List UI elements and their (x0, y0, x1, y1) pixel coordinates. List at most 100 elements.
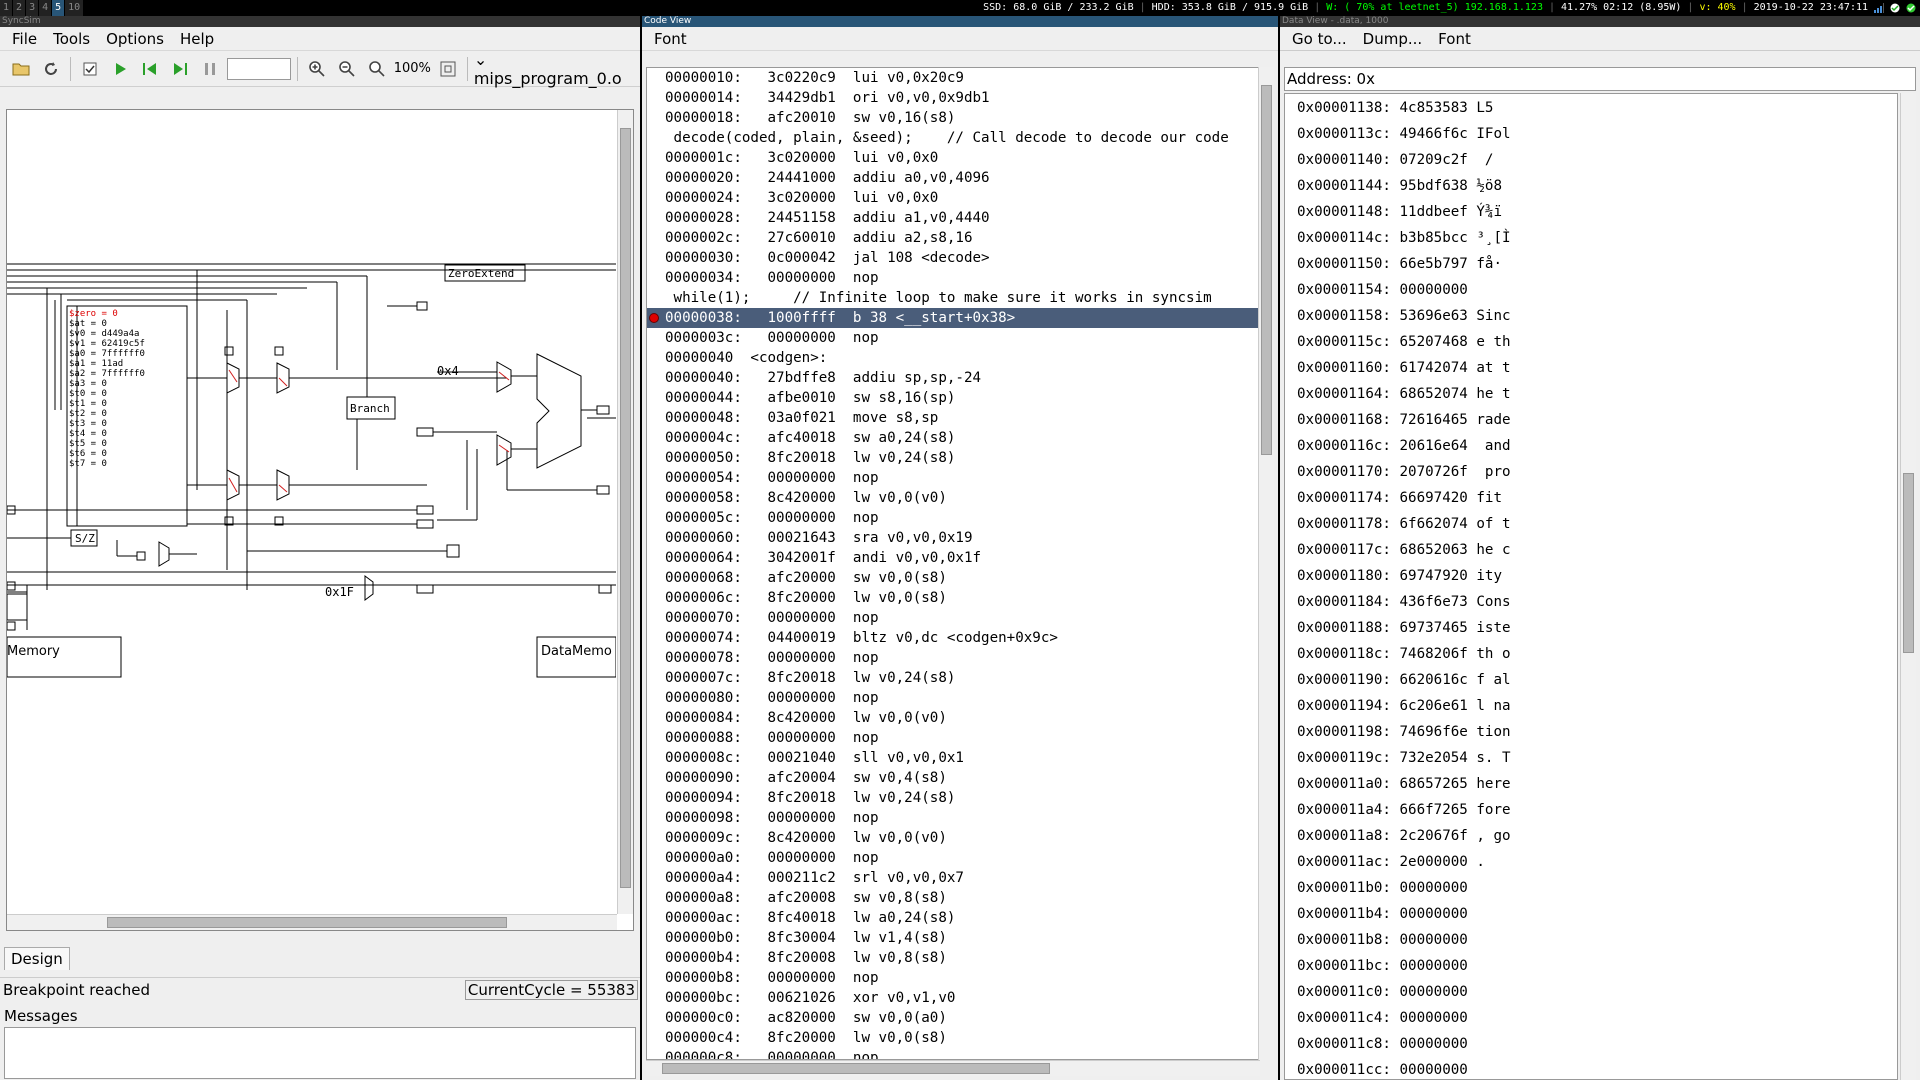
menu-font[interactable]: Font (1430, 30, 1479, 48)
code-line[interactable]: 00000024: 3c020000 lui v0,0x0 (647, 188, 1259, 208)
code-line[interactable]: 0000006c: 8fc20000 lw v0,0(s8) (647, 588, 1259, 608)
dump-button[interactable]: Dump... (1355, 30, 1431, 48)
canvas-horizontal-scrollbar[interactable] (7, 914, 617, 930)
memory-row[interactable]: 0x000011bc: 00000000 (1297, 953, 1897, 979)
code-line[interactable]: 0000009c: 8c420000 lw v0,0(v0) (647, 828, 1259, 848)
data-memory-label[interactable]: DataMemo (541, 644, 612, 659)
memory-row[interactable]: 0x0000119c: 732e2054 s. T (1297, 745, 1897, 771)
code-line[interactable]: 00000054: 00000000 nop (647, 468, 1259, 488)
code-line[interactable]: 0000002c: 27c60010 addiu a2,s8,16 (647, 228, 1259, 248)
memory-row[interactable]: 0x000011a0: 68657265 here (1297, 771, 1897, 797)
workspace-button[interactable]: 4 (39, 0, 53, 16)
memory-row[interactable]: 0x000011b4: 00000000 (1297, 901, 1897, 927)
scroll-thumb[interactable] (1903, 473, 1914, 653)
memory-row[interactable]: 0x00001168: 72616465 rade (1297, 407, 1897, 433)
zero-extend-label[interactable]: ZeroExtend (448, 267, 514, 280)
code-line[interactable]: 00000068: afc20000 sw v0,0(s8) (647, 568, 1259, 588)
scroll-thumb[interactable] (662, 1063, 1050, 1074)
address-input[interactable]: Address: 0x (1284, 67, 1916, 91)
code-line[interactable]: 00000044: afbe0010 sw s8,16(sp) (647, 388, 1259, 408)
memory-row[interactable]: 0x000011c8: 00000000 (1297, 1031, 1897, 1057)
code-line[interactable]: 0000001c: 3c020000 lui v0,0x0 (647, 148, 1259, 168)
zoom-in-icon[interactable] (304, 56, 330, 82)
menu-help[interactable]: Help (172, 30, 222, 48)
menu-font[interactable]: Font (646, 30, 695, 48)
workspace-button[interactable]: 5 (52, 0, 66, 16)
code-line[interactable]: 00000040 <codgen>: (647, 348, 1259, 368)
code-line[interactable]: 0000008c: 00021040 sll v0,v0,0x1 (647, 748, 1259, 768)
network-signal-icon[interactable] (1874, 3, 1884, 13)
workspace-button[interactable]: 3 (26, 0, 40, 16)
code-line[interactable]: 000000b0: 8fc30004 lw v1,4(s8) (647, 928, 1259, 948)
memory-row[interactable]: 0x00001184: 436f6e73 Cons (1297, 589, 1897, 615)
memory-label[interactable]: Memory (7, 644, 60, 659)
code-line[interactable]: 000000c4: 8fc20000 lw v0,0(s8) (647, 1028, 1259, 1048)
code-line[interactable]: 00000048: 03a0f021 move s8,sp (647, 408, 1259, 428)
code-line[interactable]: 00000050: 8fc20018 lw v0,24(s8) (647, 448, 1259, 468)
memory-row[interactable]: 0x0000113c: 49466f6c IFol (1297, 121, 1897, 147)
workspace-button[interactable]: 2 (13, 0, 27, 16)
code-line[interactable]: while(1); // Infinite loop to make sure … (647, 288, 1259, 308)
memory-row[interactable]: 0x00001174: 66697420 fit (1297, 485, 1897, 511)
goto-button[interactable]: Go to... (1284, 30, 1355, 48)
memory-row[interactable]: 0x0000114c: b3b85bcc ³¸[Ì (1297, 225, 1897, 251)
memory-row[interactable]: 0x00001180: 69747920 ity (1297, 563, 1897, 589)
code-line[interactable]: 00000018: afc20010 sw v0,16(s8) (647, 108, 1259, 128)
memory-row[interactable]: 0x000011b8: 00000000 (1297, 927, 1897, 953)
code-line[interactable]: 00000090: afc20004 sw v0,4(s8) (647, 768, 1259, 788)
open-folder-icon[interactable] (8, 56, 34, 82)
memory-row[interactable]: 0x00001148: 11ddbeef Ý¾ï (1297, 199, 1897, 225)
zoom-fit-icon[interactable] (435, 56, 461, 82)
reload-icon[interactable] (38, 56, 64, 82)
code-line[interactable]: 000000ac: 8fc40018 lw a0,24(s8) (647, 908, 1259, 928)
menu-options[interactable]: Options (98, 30, 172, 48)
scroll-thumb[interactable] (107, 917, 507, 928)
memory-row[interactable]: 0x00001160: 61742074 at t (1297, 355, 1897, 381)
memory-row[interactable]: 0x00001154: 00000000 (1297, 277, 1897, 303)
memory-row[interactable]: 0x00001188: 69737465 iste (1297, 615, 1897, 641)
memory-row[interactable]: 0x000011a8: 2c20676f , go (1297, 823, 1897, 849)
code-line[interactable]: 00000060: 00021643 sra v0,v0,0x19 (647, 528, 1259, 548)
code-line[interactable]: 000000b8: 00000000 nop (647, 968, 1259, 988)
code-line[interactable]: 00000098: 00000000 nop (647, 808, 1259, 828)
zoom-level[interactable]: 100% (394, 61, 431, 76)
memory-row[interactable]: 0x0000116c: 20616e64 and (1297, 433, 1897, 459)
data-view-window-title[interactable]: Data View - .data, 1000 (1280, 16, 1920, 27)
memory-row[interactable]: 0x000011c0: 00000000 (1297, 979, 1897, 1005)
workspace-button[interactable]: 1 (0, 0, 14, 16)
data-vertical-scrollbar[interactable] (1900, 93, 1916, 1080)
code-line[interactable]: 00000014: 34429db1 ori v0,v0,0x9db1 (647, 88, 1259, 108)
code-line[interactable]: 00000064: 3042001f andi v0,v0,0x1f (647, 548, 1259, 568)
datapath-diagram[interactable]: $zero = 0$at = 0$v0 = d449a4a$v1 = 62419… (7, 110, 616, 917)
code-line[interactable]: 00000078: 00000000 nop (647, 648, 1259, 668)
scroll-thumb[interactable] (620, 128, 631, 888)
cycle-count-input[interactable] (226, 57, 291, 80)
disassembly-list[interactable]: 00000010: 3c0220c9 lui v0,0x20c9 00000014… (646, 67, 1260, 1060)
memory-row[interactable]: 0x000011c4: 00000000 (1297, 1005, 1897, 1031)
code-line[interactable]: 00000084: 8c420000 lw v0,0(v0) (647, 708, 1259, 728)
memory-row[interactable]: 0x000011b0: 00000000 (1297, 875, 1897, 901)
code-line[interactable]: 000000b4: 8fc20008 lw v0,8(s8) (647, 948, 1259, 968)
memory-row[interactable]: 0x00001140: 07209c2f / (1297, 147, 1897, 173)
run-icon[interactable] (107, 56, 133, 82)
memory-row[interactable]: 0x00001158: 53696e63 Sinc (1297, 303, 1897, 329)
battery-icon[interactable] (1890, 3, 1900, 13)
pause-icon[interactable] (197, 56, 223, 82)
menu-tools[interactable]: Tools (45, 30, 98, 48)
code-vertical-scrollbar[interactable] (1258, 67, 1274, 1060)
memory-dump-list[interactable]: 0x00001138: 4c853583 L5 0x0000113c: 49466… (1284, 93, 1898, 1080)
code-line[interactable]: 00000070: 00000000 nop (647, 608, 1259, 628)
step-forward-icon[interactable] (167, 56, 193, 82)
zoom-reset-icon[interactable] (364, 56, 390, 82)
code-line[interactable]: 00000030: 0c000042 jal 108 <decode> (647, 248, 1259, 268)
code-line[interactable]: 0000004c: afc40018 sw a0,24(s8) (647, 428, 1259, 448)
code-line[interactable]: 000000bc: 00621026 xor v0,v1,v0 (647, 988, 1259, 1008)
code-line[interactable]: 000000a4: 000211c2 srl v0,v0,0x7 (647, 868, 1259, 888)
memory-row[interactable]: 0x00001138: 4c853583 L5 (1297, 95, 1897, 121)
program-selector[interactable]: ⌄ mips_program_0.o (474, 50, 640, 88)
code-line[interactable]: 00000034: 00000000 nop (647, 268, 1259, 288)
code-line[interactable]: 00000074: 04400019 bltz v0,dc <codgen+0x… (647, 628, 1259, 648)
scroll-thumb[interactable] (1261, 85, 1272, 455)
code-line[interactable]: 00000040: 27bdffe8 addiu sp,sp,-24 (647, 368, 1259, 388)
code-line[interactable]: 00000010: 3c0220c9 lui v0,0x20c9 (647, 68, 1259, 88)
